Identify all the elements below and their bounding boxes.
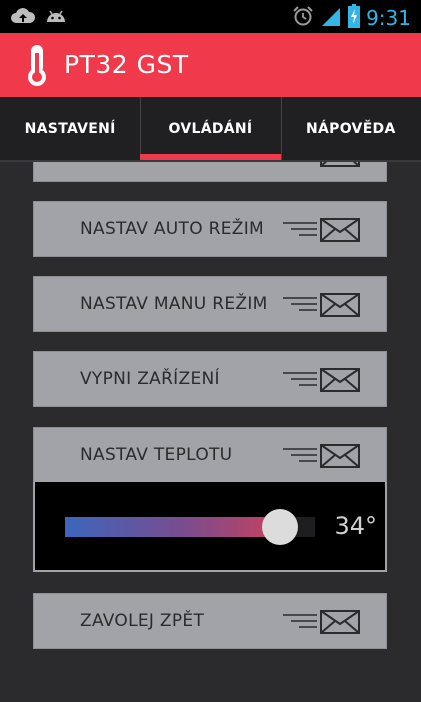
turn-off-device-button[interactable]: VYPNI ZAŘÍZENÍ [33,351,387,407]
status-bar: 9:31 [0,0,421,33]
set-auto-mode-button[interactable]: NASTAV AUTO REŽIM [33,201,387,257]
temperature-slider-panel: 34° [33,482,387,572]
command-button-partial[interactable] [33,162,387,182]
tab-nastaveni[interactable]: NASTAVENÍ [0,97,140,160]
temperature-slider[interactable] [65,509,315,545]
command-label: VYPNI ZAŘÍZENÍ [80,369,220,389]
command-label: NASTAV AUTO REŽIM [80,219,264,239]
send-mail-icon [283,443,361,473]
temperature-value: 34° [334,512,377,540]
command-label: NASTAV TEPLOTU [80,445,233,465]
tab-ovladani[interactable]: OVLÁDÁNÍ [140,97,281,160]
tab-label: OVLÁDÁNÍ [168,120,253,137]
call-back-button[interactable]: ZAVOLEJ ZPĚT [33,593,387,649]
battery-charging-icon [348,4,361,32]
tab-label: NASTAVENÍ [24,120,116,137]
tab-label: NÁPOVĚDA [306,120,396,137]
send-mail-icon [283,162,361,172]
app-title: PT32 GST [64,50,189,79]
send-mail-icon [283,217,361,247]
set-manual-mode-button[interactable]: NASTAV MANU REŽIM [33,276,387,332]
thermometer-icon [22,43,52,91]
send-mail-icon [283,609,361,639]
send-mail-icon [283,292,361,322]
cloud-upload-icon [10,6,36,30]
command-list[interactable]: NASTAV AUTO REŽIM NASTAV MANU REŽIM VYPN [0,162,421,702]
signal-icon [320,5,342,31]
tab-napoveda[interactable]: NÁPOVĚDA [280,97,421,160]
set-temperature-button[interactable]: NASTAV TEPLOTU [33,427,387,483]
android-icon [44,6,68,30]
alarm-icon [292,5,314,31]
clock: 9:31 [366,6,411,30]
command-label: NASTAV MANU REŽIM [80,294,268,314]
tab-bar: NASTAVENÍ OVLÁDÁNÍ NÁPOVĚDA [0,97,421,160]
slider-fill [65,517,280,537]
command-label: ZAVOLEJ ZPĚT [80,611,205,631]
slider-thumb[interactable] [262,509,298,545]
send-mail-icon [283,367,361,397]
action-bar: PT32 GST [0,33,421,97]
